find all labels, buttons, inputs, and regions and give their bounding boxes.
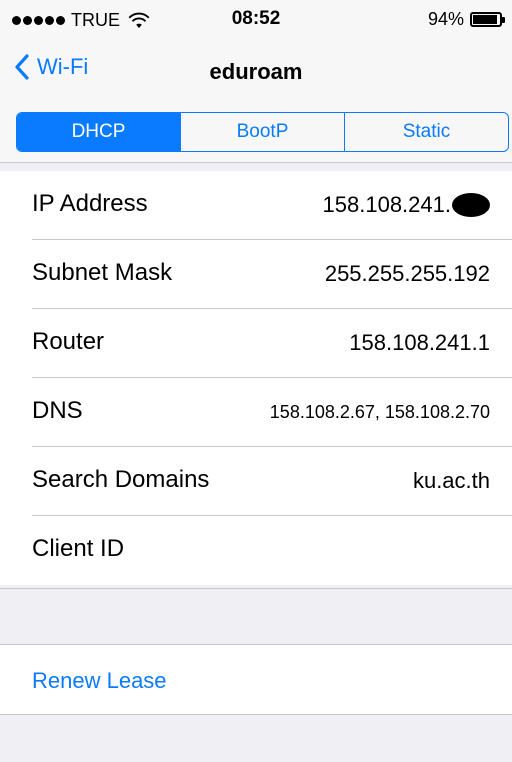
dns-value: 158.108.2.67, 158.108.2.70 — [269, 402, 490, 422]
ip-address-label: IP Address — [32, 190, 148, 217]
ip-address-value: 158.108.241. — [322, 192, 451, 217]
battery-percent: 94% — [427, 9, 464, 29]
section-gap — [0, 588, 512, 645]
renew-lease-button[interactable]: Renew Lease — [32, 668, 167, 694]
battery-indicator: 94% — [427, 9, 505, 30]
renew-lease-row[interactable]: Renew Lease — [0, 645, 512, 715]
subnet-mask-row: Subnet Mask 255.255.255.192 — [0, 240, 512, 309]
segment-bar: DHCP BootP Static — [0, 103, 512, 163]
search-domains-label: Search Domains — [32, 466, 210, 493]
network-details-list: IP Address 158.108.241. Subnet Mask 255.… — [0, 171, 512, 585]
page-title: eduroam — [209, 59, 303, 84]
status-bar: TRUE 08:52 94% — [0, 0, 512, 40]
segment-static[interactable]: Static — [345, 113, 508, 151]
search-domains-value: ku.ac.th — [412, 468, 490, 493]
dns-label: DNS — [32, 397, 83, 424]
router-row: Router 158.108.241.1 — [0, 309, 512, 378]
ip-address-value-wrap: 158.108.241. — [323, 192, 490, 218]
segment-dhcp[interactable]: DHCP — [17, 113, 181, 151]
ip-address-row: IP Address 158.108.241. — [0, 171, 512, 240]
client-id-row[interactable]: Client ID — [0, 516, 512, 585]
navigation-bar: Wi-Fi eduroam — [0, 40, 512, 103]
battery-icon — [470, 12, 505, 27]
segment-bootp[interactable]: BootP — [181, 113, 345, 151]
router-label: Router — [32, 328, 105, 355]
dns-row[interactable]: DNS 158.108.2.67, 158.108.2.70 — [0, 378, 512, 447]
search-domains-row[interactable]: Search Domains ku.ac.th — [0, 447, 512, 516]
client-id-label: Client ID — [32, 535, 125, 562]
redaction-mark — [452, 193, 490, 217]
router-value: 158.108.241.1 — [349, 330, 490, 355]
bottom-background — [0, 715, 512, 762]
subnet-mask-label: Subnet Mask — [32, 259, 173, 286]
ip-mode-segmented-control: DHCP BootP Static — [16, 112, 509, 152]
subnet-mask-value: 255.255.255.192 — [324, 261, 490, 286]
